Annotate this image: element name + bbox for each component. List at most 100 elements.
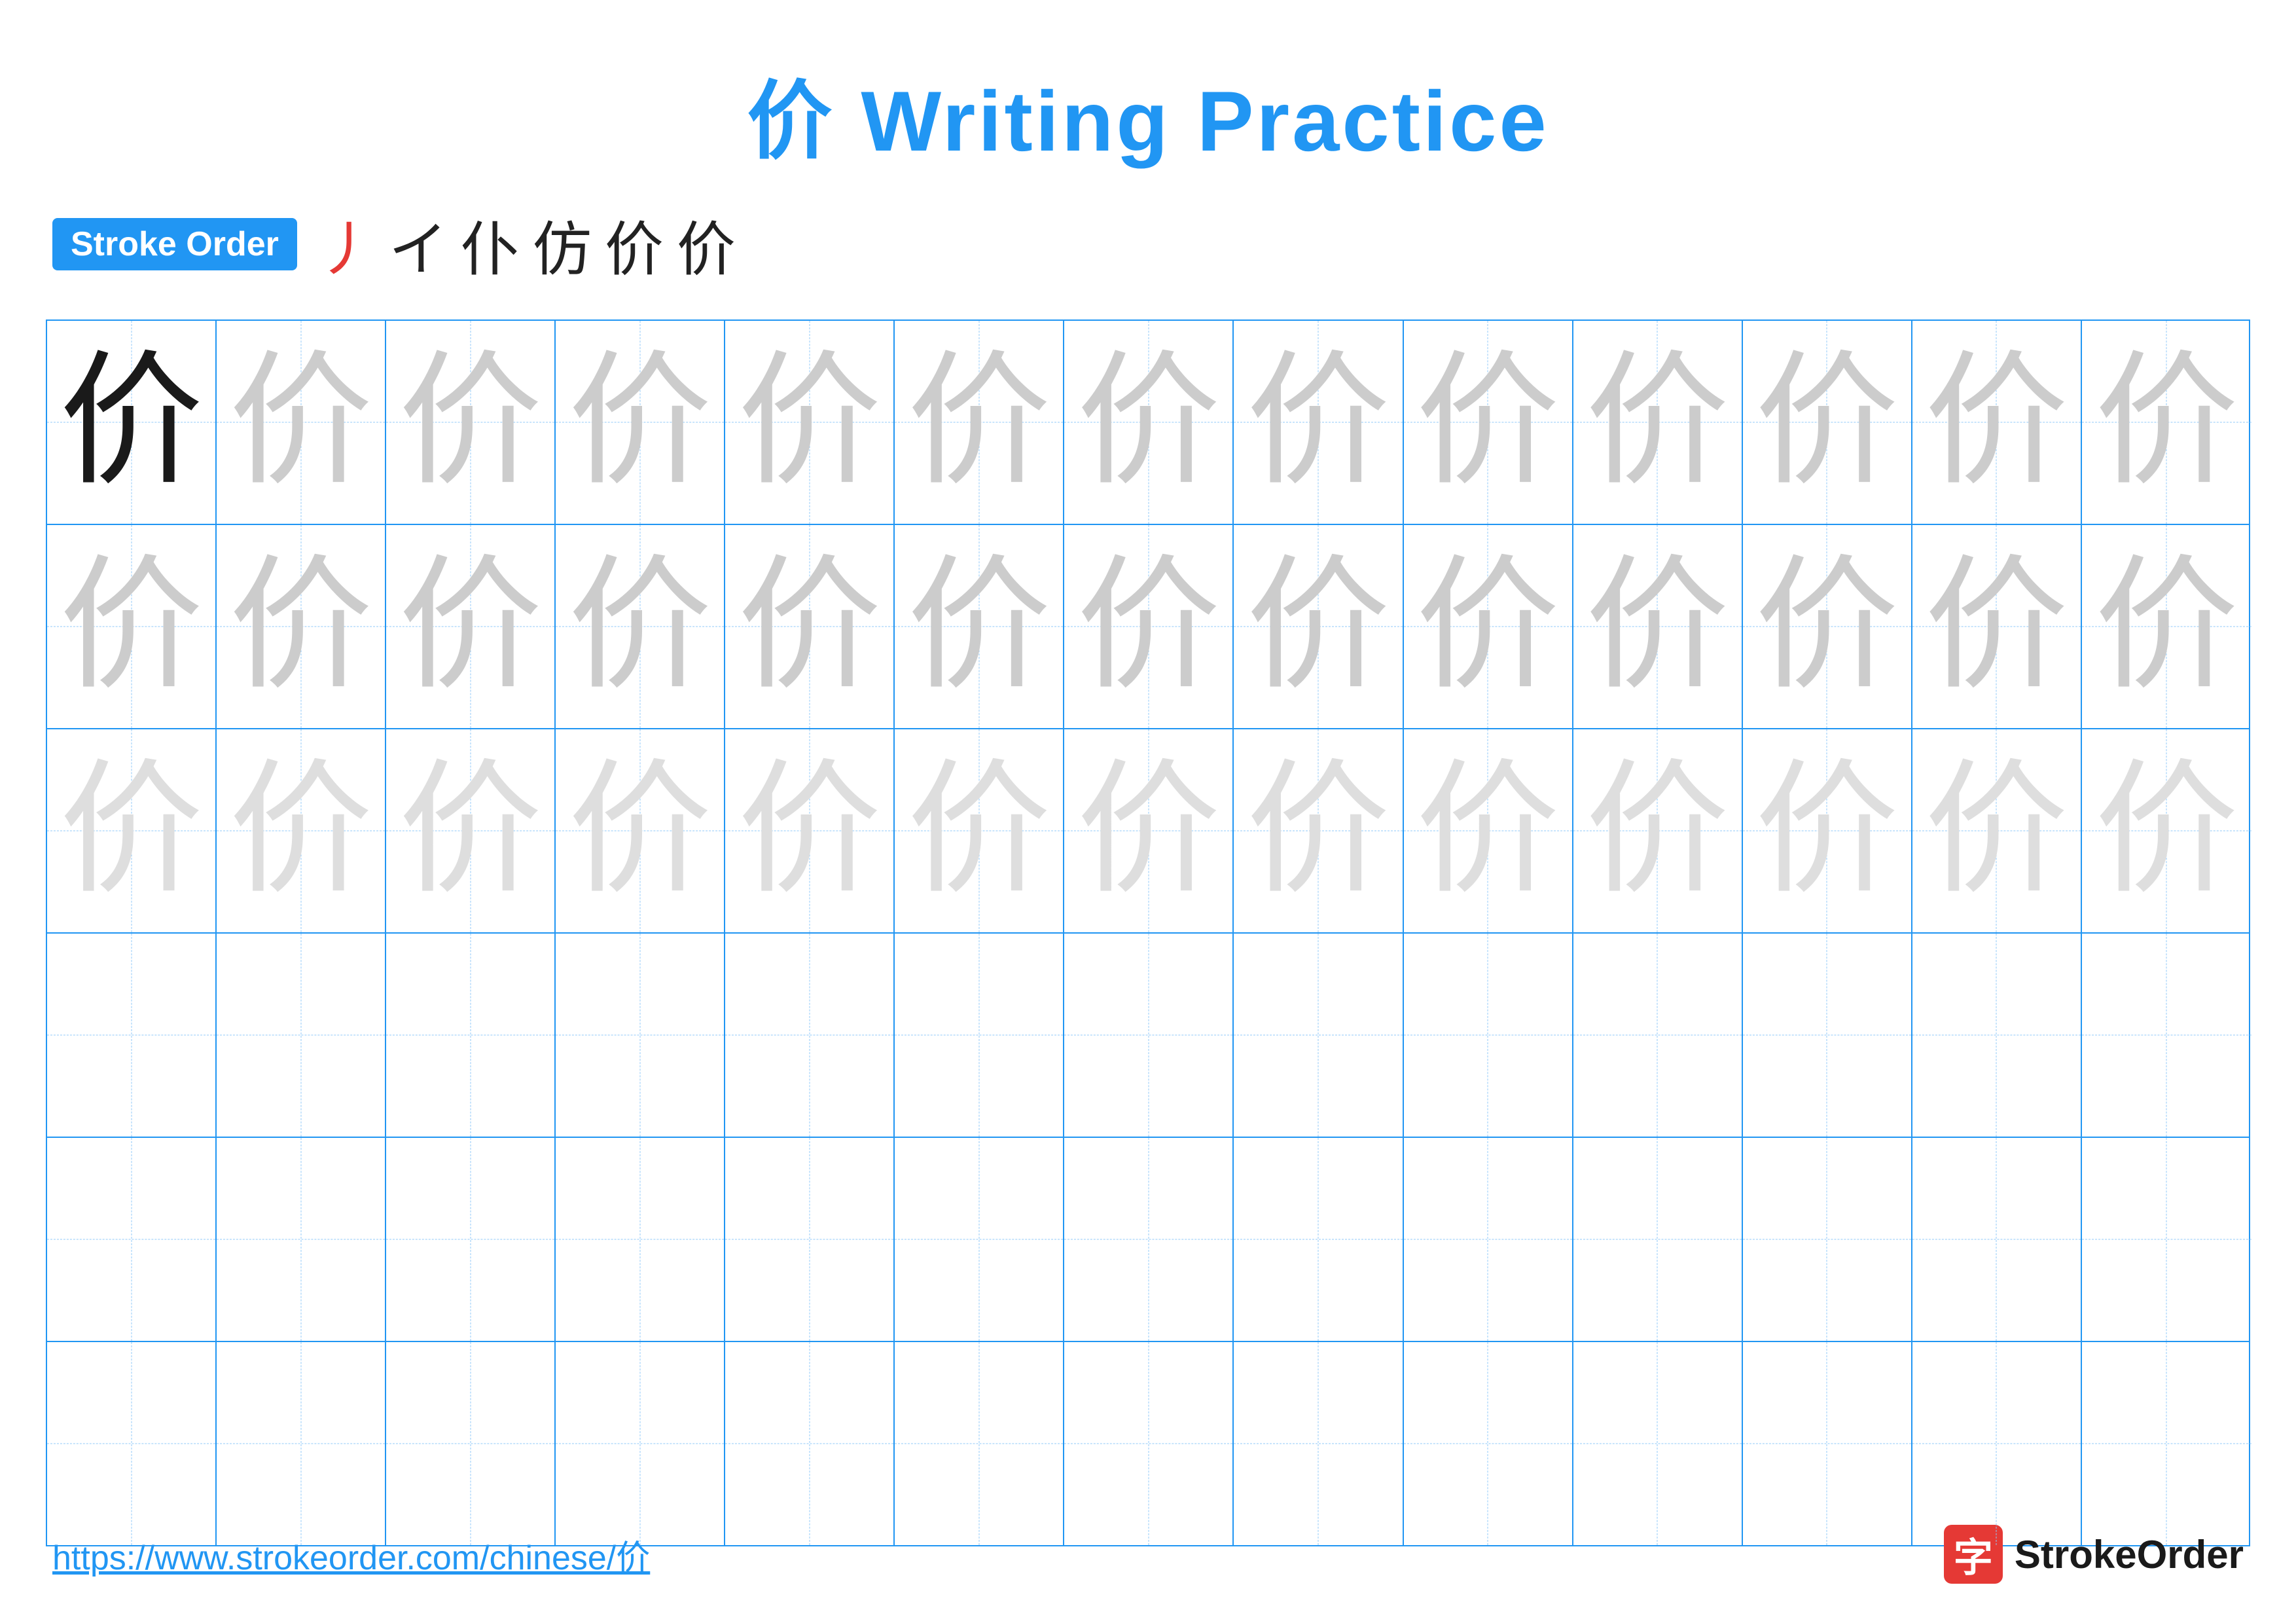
grid-cell-4-2[interactable]: [217, 934, 386, 1137]
grid-cell-3-11[interactable]: 价: [1743, 729, 1912, 932]
grid-cell-5-13[interactable]: [2082, 1138, 2251, 1341]
grid-cell-4-13[interactable]: [2082, 934, 2251, 1137]
grid-cell-1-7[interactable]: 价: [1064, 321, 1234, 524]
stroke-order-badge: Stroke Order: [52, 218, 297, 270]
grid-row-5: [47, 1138, 2249, 1342]
grid-cell-6-6[interactable]: [895, 1342, 1064, 1545]
grid-cell-5-2[interactable]: [217, 1138, 386, 1341]
grid-cell-5-7[interactable]: [1064, 1138, 1234, 1341]
grid-cell-5-6[interactable]: [895, 1138, 1064, 1341]
grid-cell-2-9[interactable]: 价: [1404, 525, 1573, 728]
strokeorder-logo-icon: 字: [1944, 1525, 2003, 1584]
footer-logo: 字 StrokeOrder: [1944, 1525, 2244, 1584]
grid-cell-2-10[interactable]: 价: [1573, 525, 1743, 728]
grid-cell-4-7[interactable]: [1064, 934, 1234, 1137]
grid-cell-3-9[interactable]: 价: [1404, 729, 1573, 932]
grid-cell-2-4[interactable]: 价: [556, 525, 725, 728]
grid-cell-6-8[interactable]: [1234, 1342, 1403, 1545]
grid-cell-2-13[interactable]: 价: [2082, 525, 2251, 728]
grid-cell-1-8[interactable]: 价: [1234, 321, 1403, 524]
grid-cell-1-2[interactable]: 价: [217, 321, 386, 524]
grid-row-1: 价 价 价 价 价 价 价 价 价 价 价 价 价: [47, 321, 2249, 525]
grid-cell-4-11[interactable]: [1743, 934, 1912, 1137]
grid-cell-3-4[interactable]: 价: [556, 729, 725, 932]
grid-cell-5-10[interactable]: [1573, 1138, 1743, 1341]
grid-cell-6-1[interactable]: [47, 1342, 217, 1545]
stroke-order-row: Stroke Order 丿 イ 仆 仿 价 价: [0, 202, 2296, 287]
grid-cell-3-8[interactable]: 价: [1234, 729, 1403, 932]
grid-cell-6-10[interactable]: [1573, 1342, 1743, 1545]
logo-text: StrokeOrder: [2015, 1532, 2244, 1577]
grid-cell-6-2[interactable]: [217, 1342, 386, 1545]
grid-cell-1-13[interactable]: 价: [2082, 321, 2251, 524]
grid-cell-4-6[interactable]: [895, 934, 1064, 1137]
stroke-step-4: 仿: [533, 202, 592, 287]
grid-cell-5-12[interactable]: [1912, 1138, 2082, 1341]
title-area: 价 Writing Practice: [0, 0, 2296, 175]
grid-cell-4-12[interactable]: [1912, 934, 2082, 1137]
grid-cell-1-3[interactable]: 价: [386, 321, 556, 524]
practice-grid: 价 价 价 价 价 价 价 价 价 价 价 价 价 价 价 价 价 价 价 价 …: [46, 319, 2250, 1546]
grid-cell-4-10[interactable]: [1573, 934, 1743, 1137]
grid-row-4: [47, 934, 2249, 1138]
grid-cell-2-5[interactable]: 价: [725, 525, 895, 728]
grid-cell-4-3[interactable]: [386, 934, 556, 1137]
grid-cell-6-12[interactable]: [1912, 1342, 2082, 1545]
grid-cell-1-4[interactable]: 价: [556, 321, 725, 524]
grid-cell-2-2[interactable]: 价: [217, 525, 386, 728]
grid-cell-3-1[interactable]: 价: [47, 729, 217, 932]
grid-cell-3-6[interactable]: 价: [895, 729, 1064, 932]
grid-cell-2-11[interactable]: 价: [1743, 525, 1912, 728]
grid-cell-5-3[interactable]: [386, 1138, 556, 1341]
grid-cell-1-6[interactable]: 价: [895, 321, 1064, 524]
grid-row-2: 价 价 价 价 价 价 价 价 价 价 价 价 价: [47, 525, 2249, 729]
grid-cell-3-2[interactable]: 价: [217, 729, 386, 932]
grid-cell-1-11[interactable]: 价: [1743, 321, 1912, 524]
stroke-step-6: 价: [677, 202, 736, 287]
stroke-step-3: 仆: [461, 202, 520, 287]
grid-cell-6-7[interactable]: [1064, 1342, 1234, 1545]
grid-cell-1-9[interactable]: 价: [1404, 321, 1573, 524]
grid-cell-3-3[interactable]: 价: [386, 729, 556, 932]
grid-cell-1-5[interactable]: 价: [725, 321, 895, 524]
grid-cell-5-11[interactable]: [1743, 1138, 1912, 1341]
grid-row-3: 价 价 价 价 价 价 价 价 价 价 价 价 价: [47, 729, 2249, 934]
stroke-step-2: イ: [389, 202, 448, 287]
grid-cell-6-9[interactable]: [1404, 1342, 1573, 1545]
stroke-steps: 丿 イ 仆 仿 价 价: [317, 202, 736, 287]
grid-cell-2-8[interactable]: 价: [1234, 525, 1403, 728]
grid-cell-4-1[interactable]: [47, 934, 217, 1137]
grid-cell-3-12[interactable]: 价: [1912, 729, 2082, 932]
grid-cell-1-10[interactable]: 价: [1573, 321, 1743, 524]
grid-cell-6-13[interactable]: [2082, 1342, 2251, 1545]
grid-cell-2-1[interactable]: 价: [47, 525, 217, 728]
grid-cell-1-1[interactable]: 价: [47, 321, 217, 524]
grid-cell-3-7[interactable]: 价: [1064, 729, 1234, 932]
grid-cell-6-5[interactable]: [725, 1342, 895, 1545]
grid-cell-6-11[interactable]: [1743, 1342, 1912, 1545]
grid-cell-2-3[interactable]: 价: [386, 525, 556, 728]
grid-cell-4-5[interactable]: [725, 934, 895, 1137]
grid-cell-4-8[interactable]: [1234, 934, 1403, 1137]
stroke-step-5: 价: [605, 202, 664, 287]
grid-row-6: [47, 1342, 2249, 1545]
grid-cell-5-8[interactable]: [1234, 1138, 1403, 1341]
grid-cell-5-9[interactable]: [1404, 1138, 1573, 1341]
footer-url[interactable]: https://www.strokeorder.com/chinese/价: [52, 1530, 650, 1579]
grid-cell-3-13[interactable]: 价: [2082, 729, 2251, 932]
grid-cell-5-1[interactable]: [47, 1138, 217, 1341]
grid-cell-4-4[interactable]: [556, 934, 725, 1137]
grid-cell-2-6[interactable]: 价: [895, 525, 1064, 728]
grid-cell-2-12[interactable]: 价: [1912, 525, 2082, 728]
grid-cell-5-4[interactable]: [556, 1138, 725, 1341]
stroke-step-1: 丿: [317, 202, 376, 287]
grid-cell-6-3[interactable]: [386, 1342, 556, 1545]
grid-cell-1-12[interactable]: 价: [1912, 321, 2082, 524]
grid-cell-5-5[interactable]: [725, 1138, 895, 1341]
grid-cell-2-7[interactable]: 价: [1064, 525, 1234, 728]
grid-cell-6-4[interactable]: [556, 1342, 725, 1545]
char-dark: 价: [60, 350, 204, 494]
grid-cell-3-5[interactable]: 价: [725, 729, 895, 932]
grid-cell-4-9[interactable]: [1404, 934, 1573, 1137]
grid-cell-3-10[interactable]: 价: [1573, 729, 1743, 932]
